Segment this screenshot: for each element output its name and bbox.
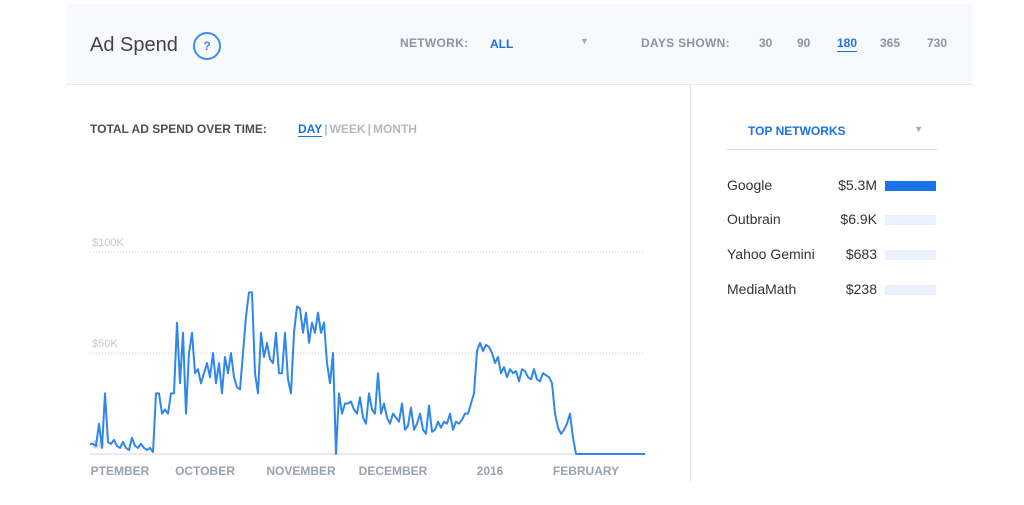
ad-spend-chart: $0$50K$100K PTEMBER OCTOBER NOVEMBER DECEMB…	[90, 237, 645, 478]
y-tick-label: $100K	[92, 237, 124, 249]
x-tick-label: OCTOBER	[175, 464, 235, 478]
x-tick-label: DECEMBER	[359, 464, 428, 478]
x-tick-label: 2016	[477, 464, 504, 478]
x-tick-label: PTEMBER	[91, 464, 150, 478]
x-tick-label: NOVEMBER	[266, 464, 336, 478]
x-tick-label: FEBRUARY	[553, 464, 619, 478]
ad-spend-series-line	[90, 291, 645, 455]
y-tick-label: $50K	[92, 338, 118, 350]
